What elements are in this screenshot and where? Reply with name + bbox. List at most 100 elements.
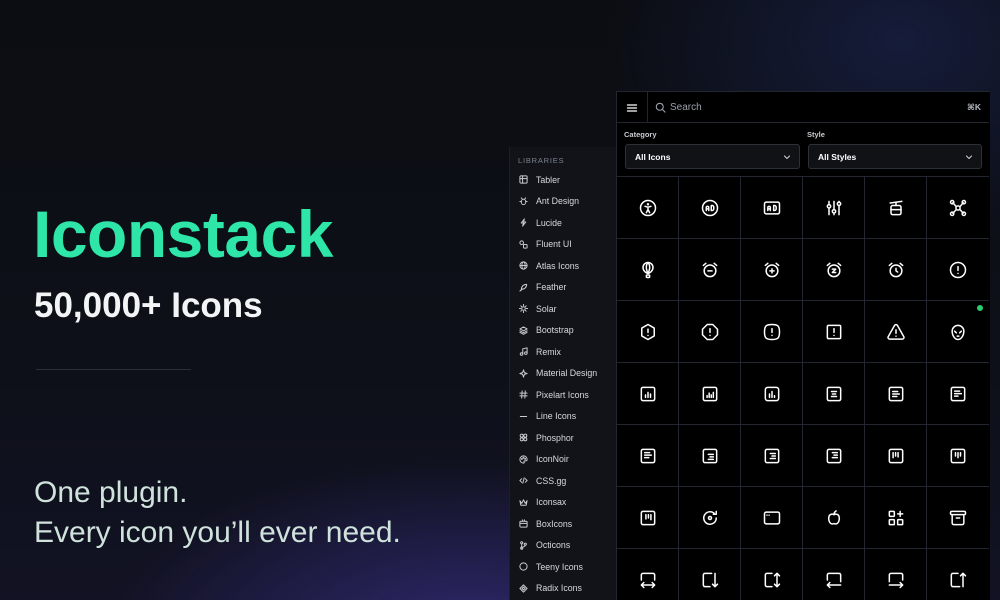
icon-tile[interactable] — [803, 301, 865, 363]
cable-car-icon — [888, 200, 903, 215]
library-item-label: Line Icons — [536, 411, 577, 422]
icon-tile[interactable] — [679, 239, 741, 301]
icon-tile[interactable] — [741, 487, 803, 549]
library-item-ant-design[interactable]: Ant Design — [510, 191, 617, 213]
library-item-feather[interactable]: Feather — [510, 277, 617, 299]
library-item-lucide[interactable]: Lucide — [510, 212, 617, 234]
top-bar: ⌘K — [617, 92, 989, 123]
icon-tile[interactable] — [865, 549, 927, 600]
library-item-boxicons[interactable]: BoxIcons — [510, 513, 617, 535]
align-box-top-left-icon — [888, 448, 903, 463]
library-item-css-gg[interactable]: CSS.gg — [510, 470, 617, 492]
icon-tile[interactable] — [741, 177, 803, 239]
code-icon — [519, 476, 528, 485]
library-item-remix[interactable]: Remix — [510, 341, 617, 363]
library-item-bootstrap[interactable]: Bootstrap — [510, 320, 617, 342]
status-dot — [977, 305, 983, 311]
affiliate-icon — [949, 199, 967, 216]
icon-tile[interactable] — [865, 425, 927, 487]
library-item-label: IconNoir — [536, 454, 569, 465]
icon-tile[interactable] — [927, 177, 989, 239]
icon-tile[interactable] — [803, 239, 865, 301]
align-box-right-top-icon — [826, 448, 841, 463]
hash-icon — [519, 390, 528, 399]
library-item-fluent-ui[interactable]: Fluent UI — [510, 234, 617, 256]
icon-tile[interactable] — [679, 549, 741, 600]
icon-tile[interactable] — [741, 425, 803, 487]
library-item-label: Teeny Icons — [536, 561, 583, 572]
menu-button[interactable] — [617, 92, 648, 123]
icon-tile[interactable] — [617, 363, 679, 425]
icon-tile[interactable] — [741, 239, 803, 301]
library-item-radix-icons[interactable]: Radix Icons — [510, 578, 617, 600]
icon-tile[interactable] — [741, 549, 803, 600]
icon-tile[interactable] — [865, 301, 927, 363]
icon-tile[interactable] — [803, 549, 865, 600]
library-item-iconsax[interactable]: Iconsax — [510, 492, 617, 514]
air-balloon-icon — [641, 261, 654, 278]
icon-tile[interactable] — [741, 363, 803, 425]
library-item-pixelart-icons[interactable]: Pixelart Icons — [510, 384, 617, 406]
category-label: Category — [624, 130, 657, 139]
library-item-octicons[interactable]: Octicons — [510, 535, 617, 557]
library-item-iconnoir[interactable]: IconNoir — [510, 449, 617, 471]
bolt-icon — [519, 218, 528, 227]
library-item-line-icons[interactable]: Line Icons — [510, 406, 617, 428]
icon-tile[interactable] — [865, 239, 927, 301]
library-item-material-design[interactable]: Material Design — [510, 363, 617, 385]
icon-tile[interactable] — [927, 239, 989, 301]
libraries-sidebar: LIBRARIES Tabler Ant Design Lucide Fluent U… — [509, 147, 616, 600]
library-item-solar[interactable]: Solar — [510, 298, 617, 320]
library-item-label: Solar — [536, 303, 557, 314]
align-box-right-icon — [702, 448, 717, 463]
icon-tile[interactable] — [679, 363, 741, 425]
icon-tile[interactable] — [617, 177, 679, 239]
icon-tile[interactable] — [927, 487, 989, 549]
icon-tile[interactable] — [927, 363, 989, 425]
icon-tile[interactable] — [617, 425, 679, 487]
hero-subtitle: 50,000+ Icons — [34, 286, 263, 325]
library-item-label: Fluent UI — [536, 239, 572, 250]
style-select[interactable]: All Styles — [808, 144, 982, 169]
category-select[interactable]: All Icons — [625, 144, 800, 169]
icon-tile[interactable] — [927, 425, 989, 487]
grid-circles-icon — [519, 433, 528, 442]
icon-tile[interactable] — [617, 487, 679, 549]
icon-tile[interactable] — [617, 549, 679, 600]
chart-bar-square-icon — [702, 386, 717, 401]
icon-tile[interactable] — [803, 363, 865, 425]
window-icon — [763, 510, 780, 525]
icon-tile[interactable] — [927, 549, 989, 600]
icon-tile[interactable] — [741, 301, 803, 363]
globe-icon — [519, 261, 528, 270]
icon-tile[interactable] — [617, 239, 679, 301]
icon-tile[interactable] — [679, 177, 741, 239]
search-input[interactable] — [670, 102, 930, 113]
library-item-label: Phosphor — [536, 432, 574, 443]
icon-tile[interactable] — [617, 301, 679, 363]
icon-tile[interactable] — [865, 487, 927, 549]
icon-tile[interactable] — [803, 487, 865, 549]
category-select-value: All Icons — [635, 151, 671, 162]
alarm-icon — [888, 262, 903, 277]
line-icon — [519, 412, 528, 421]
icon-tile[interactable] — [865, 363, 927, 425]
library-item-tabler[interactable]: Tabler — [510, 169, 617, 191]
apple-icon — [827, 509, 840, 525]
library-item-phosphor[interactable]: Phosphor — [510, 427, 617, 449]
library-item-teeny-icons[interactable]: Teeny Icons — [510, 556, 617, 578]
icon-tile[interactable] — [679, 425, 741, 487]
alarm-minus-icon — [702, 262, 717, 277]
icon-tile[interactable] — [803, 425, 865, 487]
arrow-autofit-up-icon — [950, 572, 967, 587]
hero-title: Iconstack — [33, 197, 333, 271]
library-item-atlas-icons[interactable]: Atlas Icons — [510, 255, 617, 277]
apps-icon — [888, 510, 903, 525]
crown-icon — [519, 498, 528, 507]
arrow-autofit-down-icon — [702, 572, 718, 587]
search-bar — [655, 92, 955, 123]
icon-tile[interactable] — [865, 177, 927, 239]
icon-tile[interactable] — [679, 301, 741, 363]
icon-tile[interactable] — [803, 177, 865, 239]
icon-tile[interactable] — [679, 487, 741, 549]
